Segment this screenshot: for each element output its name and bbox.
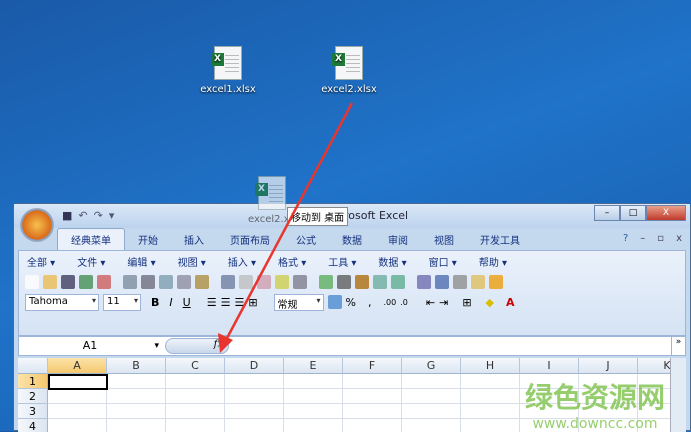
red-arrow-annotation <box>218 102 354 353</box>
